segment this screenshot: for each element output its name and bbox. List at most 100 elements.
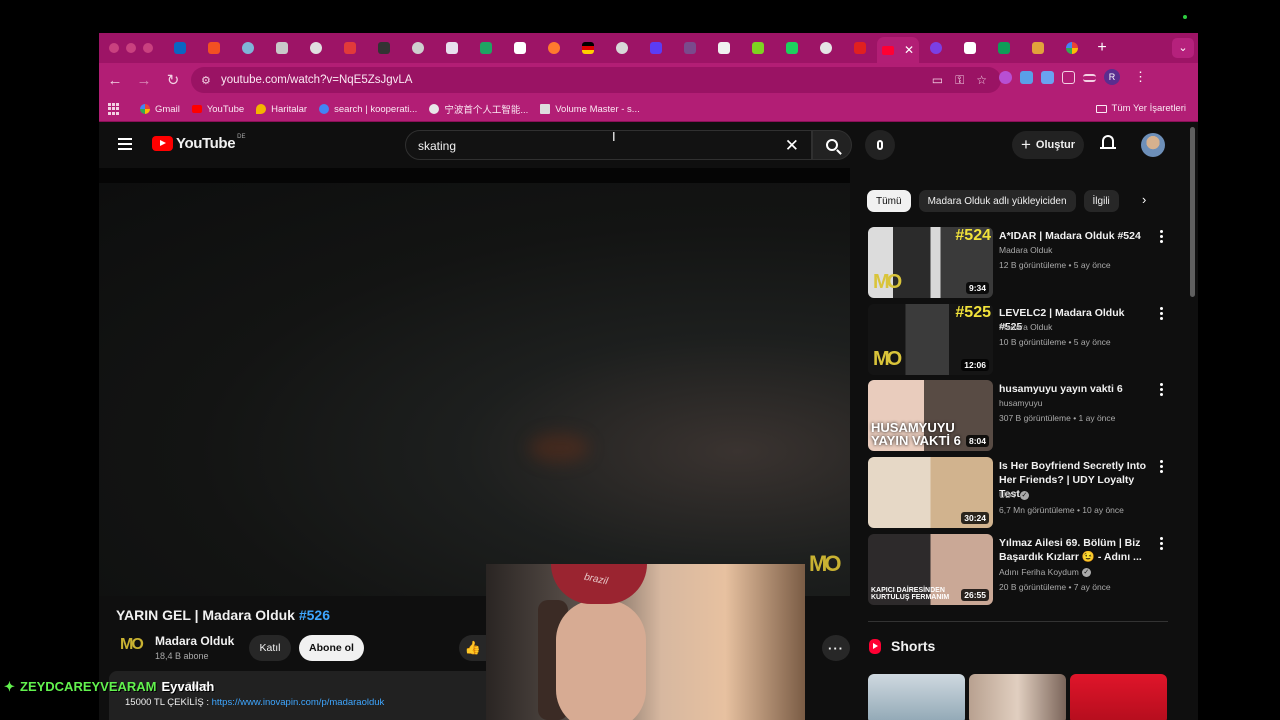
video-title[interactable]: husamyuyu yayın vakti 6 bbox=[999, 382, 1149, 396]
media-controls-icon[interactable] bbox=[1083, 74, 1096, 82]
video-player[interactable]: MO bbox=[99, 168, 850, 596]
profile-avatar[interactable]: R bbox=[1104, 69, 1120, 85]
bookmark-maps[interactable]: Haritalar bbox=[256, 104, 307, 115]
tab[interactable] bbox=[571, 33, 605, 63]
back-arrow-icon[interactable]: ← bbox=[102, 67, 128, 93]
site-info-icon[interactable]: ⚙ bbox=[201, 74, 215, 87]
address-bar[interactable]: ⚙ youtube.com/watch?v=NqE5ZsJgvLA ▭ ⚿ ☆ bbox=[191, 67, 1001, 93]
tab[interactable] bbox=[953, 33, 987, 63]
tab[interactable] bbox=[503, 33, 537, 63]
tab[interactable] bbox=[265, 33, 299, 63]
video-thumbnail[interactable]: 30:24 bbox=[868, 457, 993, 528]
close-tab-icon[interactable]: ✕ bbox=[904, 43, 914, 57]
channel-name[interactable]: Madara Olduk bbox=[155, 634, 234, 648]
close-window-button[interactable] bbox=[109, 43, 119, 53]
scrollbar-thumb[interactable] bbox=[1190, 127, 1195, 297]
browser-menu-icon[interactable]: ⋮ bbox=[1134, 69, 1147, 85]
hamburger-menu-icon[interactable] bbox=[118, 138, 132, 150]
chip-from-uploader[interactable]: Madara Olduk adlı yükleyiciden bbox=[918, 190, 1076, 212]
tab[interactable] bbox=[673, 33, 707, 63]
tab[interactable] bbox=[401, 33, 435, 63]
more-actions-icon[interactable]: ··· bbox=[822, 635, 850, 661]
extension-icon[interactable] bbox=[999, 70, 1012, 84]
tab[interactable] bbox=[1021, 33, 1055, 63]
more-options-icon[interactable] bbox=[1160, 230, 1164, 245]
tab[interactable] bbox=[843, 33, 877, 63]
puzzle-extensions-icon[interactable] bbox=[1062, 70, 1075, 84]
extension-icon[interactable] bbox=[1020, 70, 1033, 84]
episode-hashtag[interactable]: #526 bbox=[299, 607, 330, 623]
bookmark-volume-master[interactable]: Volume Master - s... bbox=[540, 104, 640, 115]
tab[interactable] bbox=[469, 33, 503, 63]
video-thumbnail[interactable]: #525 MO 12:06 bbox=[868, 304, 993, 375]
tab[interactable] bbox=[197, 33, 231, 63]
maximize-window-button[interactable] bbox=[143, 43, 153, 53]
new-tab-button[interactable]: + bbox=[1089, 39, 1115, 57]
tab[interactable] bbox=[919, 33, 953, 63]
tab[interactable] bbox=[367, 33, 401, 63]
more-options-icon[interactable] bbox=[1160, 537, 1164, 552]
active-tab[interactable]: ✕ bbox=[877, 37, 919, 63]
account-avatar[interactable] bbox=[1141, 133, 1165, 157]
list-item[interactable]: HUSAMYUYU YAYIN VAKTİ 6 8:04 husamyuyu y… bbox=[868, 380, 1168, 452]
more-options-icon[interactable] bbox=[1160, 460, 1164, 475]
apps-grid-icon[interactable] bbox=[108, 103, 120, 115]
tab[interactable] bbox=[163, 33, 197, 63]
more-options-icon[interactable] bbox=[1160, 383, 1164, 398]
list-item[interactable]: #525 MO 12:06 LEVELC2 | Madara Olduk #52… bbox=[868, 304, 1168, 376]
more-options-icon[interactable] bbox=[1160, 307, 1164, 322]
short-thumbnail[interactable] bbox=[868, 674, 965, 720]
search-input[interactable]: skating ✕ bbox=[405, 130, 812, 160]
tab[interactable] bbox=[333, 33, 367, 63]
search-button[interactable] bbox=[812, 130, 852, 160]
channel-name[interactable]: UDY ✓ bbox=[999, 490, 1029, 501]
tab[interactable] bbox=[299, 33, 333, 63]
join-button[interactable]: Katıl bbox=[249, 635, 291, 661]
video-frame[interactable]: MO bbox=[99, 183, 850, 596]
password-key-icon[interactable]: ⚿ bbox=[955, 73, 964, 88]
video-thumbnail[interactable]: HUSAMYUYU YAYIN VAKTİ 6 8:04 bbox=[868, 380, 993, 451]
minimize-window-button[interactable] bbox=[126, 43, 136, 53]
tab[interactable] bbox=[987, 33, 1021, 63]
bookmark-gmail[interactable]: Gmail bbox=[140, 104, 180, 115]
video-thumbnail[interactable]: KAPICI DAİRESİNDEN KURTULUŞ FERMANIM 26:… bbox=[868, 534, 993, 605]
bookmark-star-icon[interactable]: ☆ bbox=[976, 73, 987, 87]
create-button[interactable]: + Oluştur bbox=[1012, 131, 1084, 159]
channel-name[interactable]: husamyuyu bbox=[999, 398, 1042, 408]
short-thumbnail[interactable] bbox=[1070, 674, 1167, 720]
clear-search-icon[interactable]: ✕ bbox=[785, 136, 799, 156]
list-item[interactable]: 30:24 Is Her Boyfriend Secretly Into Her… bbox=[868, 457, 1168, 529]
tab[interactable] bbox=[775, 33, 809, 63]
bookmark-youtube[interactable]: YouTube bbox=[191, 104, 244, 115]
bookmark-search[interactable]: search | kooperati... bbox=[319, 104, 417, 115]
chevron-right-icon[interactable]: › bbox=[1142, 192, 1146, 207]
notifications-bell-icon[interactable] bbox=[1099, 134, 1117, 154]
url-text[interactable]: youtube.com/watch?v=NqE5ZsJgvLA bbox=[221, 74, 412, 86]
translate-icon[interactable] bbox=[1041, 70, 1054, 84]
channel-name[interactable]: Adını Feriha Koydum ✓ bbox=[999, 567, 1091, 578]
subscribe-button[interactable]: Abone ol bbox=[299, 635, 364, 661]
tab-search-chevron-icon[interactable]: ⌄ bbox=[1172, 38, 1194, 58]
all-bookmarks[interactable]: Tüm Yer İşaretleri bbox=[1095, 103, 1186, 114]
reload-icon[interactable]: ↻ bbox=[160, 67, 186, 93]
tab[interactable] bbox=[231, 33, 265, 63]
forward-arrow-icon[interactable]: → bbox=[131, 67, 157, 93]
chip-related[interactable]: İlgili bbox=[1083, 190, 1119, 212]
list-item[interactable]: #524 MO 9:34 A*IDAR | Madara Olduk #524 … bbox=[868, 227, 1168, 299]
channel-name[interactable]: Madara Olduk bbox=[999, 322, 1052, 332]
like-icon[interactable]: 👍 bbox=[459, 635, 487, 661]
youtube-logo[interactable]: YouTube DE bbox=[152, 134, 245, 152]
voice-search-button[interactable] bbox=[865, 130, 895, 160]
chip-all[interactable]: Tümü bbox=[867, 190, 911, 212]
tab[interactable] bbox=[605, 33, 639, 63]
tab[interactable] bbox=[741, 33, 775, 63]
tab[interactable] bbox=[707, 33, 741, 63]
video-title[interactable]: A*IDAR | Madara Olduk #524 bbox=[999, 229, 1149, 243]
tab[interactable] bbox=[809, 33, 843, 63]
tab[interactable] bbox=[1055, 33, 1089, 63]
page-scrollbar[interactable] bbox=[1188, 122, 1198, 720]
bookmark-ningbo[interactable]: 宁波首个人工智能... bbox=[429, 102, 528, 116]
tab[interactable] bbox=[435, 33, 469, 63]
list-item[interactable]: KAPICI DAİRESİNDEN KURTULUŞ FERMANIM 26:… bbox=[868, 534, 1168, 606]
channel-avatar[interactable]: MO bbox=[120, 636, 144, 660]
